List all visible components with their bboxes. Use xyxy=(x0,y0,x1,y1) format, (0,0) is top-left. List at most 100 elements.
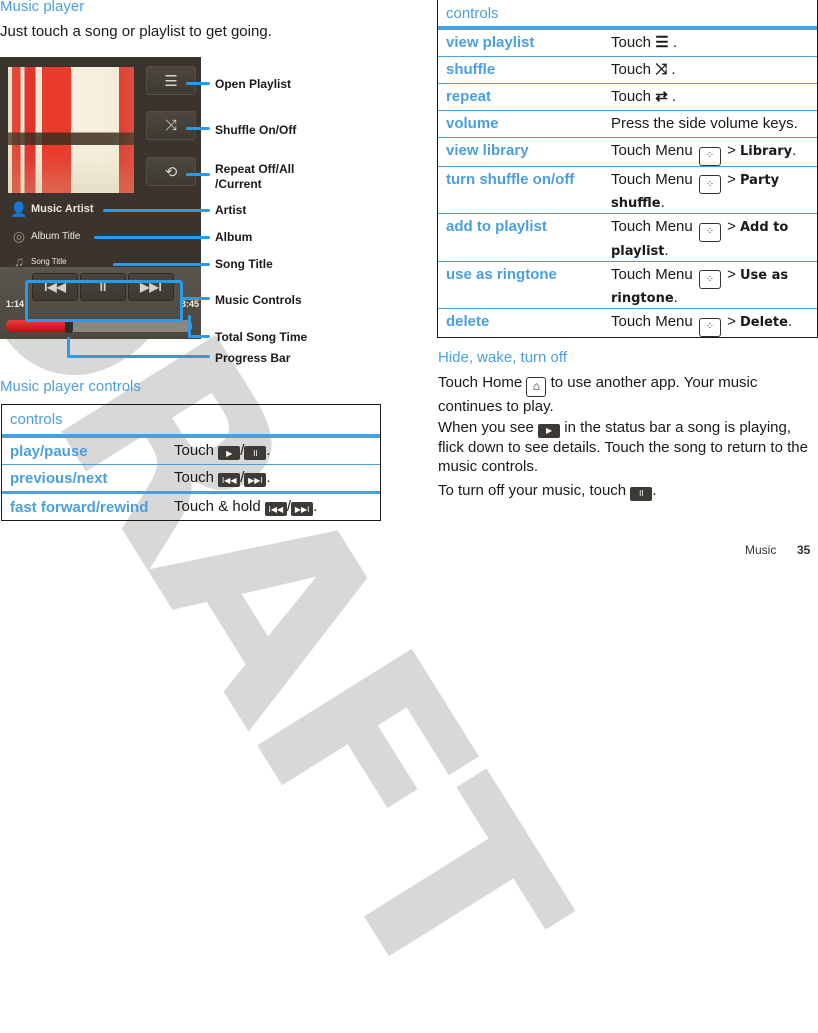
callout-vline-progress xyxy=(67,337,70,357)
action-description: Touch ☰ . xyxy=(611,34,677,51)
section-title-controls: Music player controls xyxy=(0,378,141,395)
action-description: Touch & hold I◀◀ / ▶▶I. xyxy=(174,497,318,517)
table-row: previous/next Touch I◀◀ / ▶▶I. xyxy=(2,465,380,494)
action-description: Touch Menu ⁘ > Delete. xyxy=(611,313,811,337)
play-icon: ▶ xyxy=(218,446,241,461)
action-description: Press the side volume keys. xyxy=(611,115,798,132)
callout-shuffle: Shuffle On/Off xyxy=(215,123,297,137)
shuffle-icon: ⤨ xyxy=(164,117,177,134)
section-title-music-player: Music player xyxy=(0,0,85,15)
section-title-hide-wake: Hide, wake, turn off xyxy=(438,349,567,366)
pause-icon: II xyxy=(244,446,267,461)
elapsed-time: 1:14 xyxy=(6,299,25,309)
callout-line-total xyxy=(188,335,210,338)
action-description: Touch ⇄ . xyxy=(611,88,677,105)
open-playlist-button[interactable]: ☰ xyxy=(146,66,196,95)
action-label: previous/next xyxy=(10,469,108,487)
action-label: fast forward/rewind xyxy=(10,498,149,516)
action-label: add to playlist xyxy=(446,218,547,235)
shuffle-button[interactable]: ⤨ xyxy=(146,111,196,140)
action-description: Touch Menu ⁘ > Library. xyxy=(611,142,811,166)
callout-line-playlist xyxy=(186,82,210,85)
action-label: view library xyxy=(446,142,529,159)
action-description: Touch Menu ⁘ > Use as ringtone. xyxy=(611,265,789,307)
menu-key-icon: ⁘ xyxy=(698,175,721,194)
callout-artist: Artist xyxy=(215,203,247,217)
rewind-icon: I◀◀ xyxy=(264,502,287,517)
shuffle-icon: ⤨ xyxy=(655,61,668,78)
callout-music-controls: Music Controls xyxy=(215,293,302,307)
action-label: volume xyxy=(446,115,499,132)
paragraph-status-bar: When you see ▶ in the status bar a song … xyxy=(438,419,808,475)
album-icon: ◎ xyxy=(12,227,26,244)
callout-repeat-line1: Repeat Off/All xyxy=(215,162,295,176)
paragraph-turn-off: To turn off your music, touch II. xyxy=(438,482,657,501)
callout-line-controls xyxy=(180,297,210,300)
action-label: turn shuffle on/off xyxy=(446,170,575,188)
callout-line-song xyxy=(113,263,210,266)
callout-vline-total xyxy=(188,315,191,337)
artist-row: 👤 Music Artist xyxy=(10,200,94,217)
music-controls-table: controls view playlist Touch ☰ . shuffle To… xyxy=(437,0,818,338)
callout-progress-bar: Progress Bar xyxy=(215,351,291,365)
table-row: turn shuffle on/off Touch Menu ⁘ > Party … xyxy=(438,167,817,214)
callout-repeat: Repeat Off/All /Current xyxy=(215,162,294,192)
song-title: Song Title xyxy=(31,256,67,266)
menu-key-icon: ⁘ xyxy=(698,222,721,242)
table-row: delete Touch Menu ⁘ > Delete. xyxy=(438,309,817,337)
menu-key-icon: ⁘ xyxy=(698,146,721,166)
menu-key-icon: ⁘ xyxy=(698,270,721,289)
pause-icon: II xyxy=(630,486,653,501)
action-label: use as ringtone xyxy=(446,265,557,283)
action-label: delete xyxy=(446,313,490,330)
action-label: play/pause xyxy=(10,442,88,460)
artist-icon: 👤 xyxy=(10,200,28,217)
table-row: add to playlist Touch Menu ⁘ > Add to pla… xyxy=(438,214,817,262)
callout-line-progress xyxy=(67,355,210,358)
callout-line-artist xyxy=(103,209,210,212)
table-row: play/pause Touch ▶ / II. xyxy=(2,438,380,465)
action-description: Touch I◀◀ / ▶▶I. xyxy=(174,468,271,488)
callout-line-shuffle xyxy=(186,127,210,130)
table-row: view library Touch Menu ⁘ > Library. xyxy=(438,138,817,167)
table-row: shuffle Touch ⤨ . xyxy=(438,57,817,84)
music-player-controls-table: controls play/pause Touch ▶ / II. previous… xyxy=(1,404,381,521)
callout-open-playlist: Open Playlist xyxy=(215,77,292,91)
action-description: Touch Menu ⁘ > Add to playlist. xyxy=(611,218,789,259)
repeat-icon: ⇄ xyxy=(655,88,668,105)
action-description: Touch ▶ / II. xyxy=(174,441,271,461)
action-description: Touch ⤨ . xyxy=(611,61,676,78)
callout-repeat-line2: /Current xyxy=(215,177,262,191)
action-label: shuffle xyxy=(446,61,496,78)
previous-icon: I◀◀ xyxy=(218,473,241,488)
menu-key-icon: ⁘ xyxy=(698,317,721,337)
callout-total-song-time: Total Song Time xyxy=(215,330,308,344)
music-controls-highlight xyxy=(25,280,183,322)
artist-name: Music Artist xyxy=(31,203,94,215)
menu-option: Library xyxy=(740,144,793,159)
intro-text: Just touch a song or playlist to get goi… xyxy=(0,23,272,40)
action-label: view playlist xyxy=(446,34,535,51)
fast-forward-icon: ▶▶I xyxy=(291,502,314,517)
total-time: 3:45 xyxy=(181,299,200,309)
next-icon: ▶▶I xyxy=(244,473,267,488)
menu-option: Delete xyxy=(740,315,788,330)
table-row: fast forward/rewind Touch & hold I◀◀ / ▶▶I… xyxy=(2,494,380,520)
action-label: repeat xyxy=(446,88,492,105)
table-row: view playlist Touch ☰ . xyxy=(438,30,817,57)
action-description: Touch Menu ⁘ > Party shuffle. xyxy=(611,170,780,212)
repeat-button[interactable]: ⟲ xyxy=(146,157,196,186)
table-row: repeat Touch ⇄ . xyxy=(438,84,817,111)
play-icon: ▶ xyxy=(538,423,561,438)
album-art xyxy=(8,67,134,193)
album-row: ◎ Album Title xyxy=(10,227,81,244)
table-row: use as ringtone Touch Menu ⁘ > Use as rin… xyxy=(438,262,817,309)
playlist-icon: ☰ xyxy=(655,34,669,51)
callout-line-repeat xyxy=(186,173,210,176)
callout-line-album xyxy=(94,236,210,239)
paragraph-home: Touch Home ⌂ to use another app. Your mu… xyxy=(438,374,758,415)
callout-song-title: Song Title xyxy=(215,257,273,271)
album-title: Album Title xyxy=(31,230,81,242)
table-row: volume Press the side volume keys. xyxy=(438,111,817,138)
table-header: controls xyxy=(438,0,817,30)
